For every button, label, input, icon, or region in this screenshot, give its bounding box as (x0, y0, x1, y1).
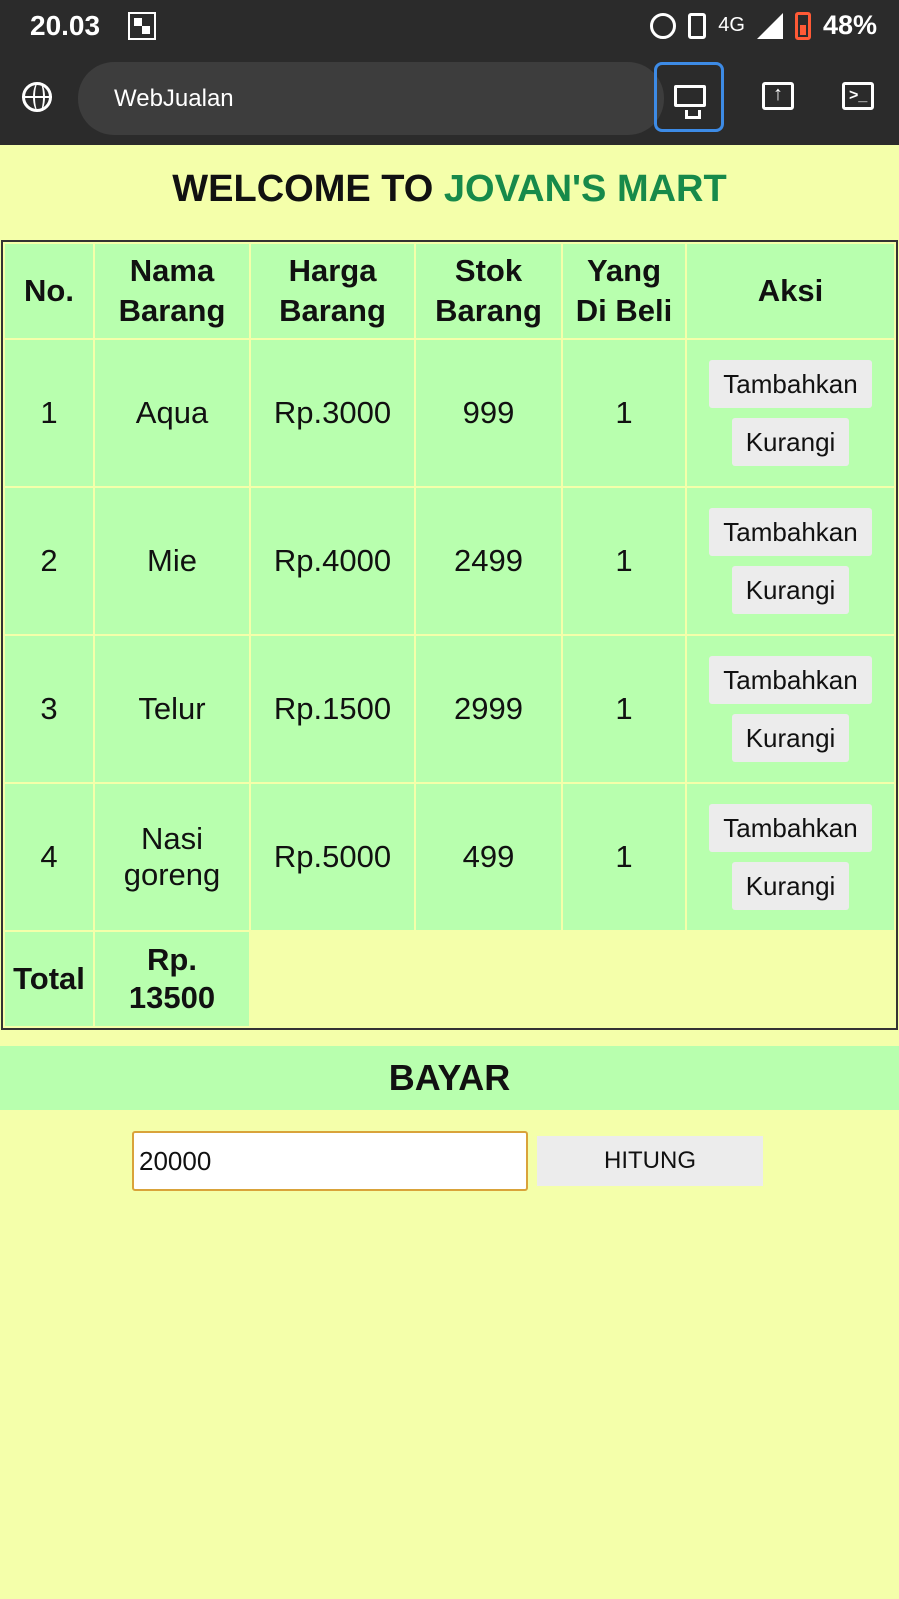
table-row: 2 Mie Rp.4000 2499 1 Tambahkan Kurangi (5, 488, 894, 634)
console-button[interactable]: >_ (824, 62, 894, 132)
cell-stok: 2499 (416, 488, 561, 634)
cell-beli: 1 (563, 784, 685, 930)
notification-icon (128, 12, 156, 40)
tambahkan-button[interactable]: Tambahkan (709, 656, 872, 704)
cell-aksi: Tambahkan Kurangi (687, 340, 894, 486)
cell-nama: Aqua (95, 340, 249, 486)
cell-no: 4 (5, 784, 93, 930)
total-row: Total Rp. 13500 (5, 932, 894, 1026)
table-row: 4 Nasi goreng Rp.5000 499 1 Tambahkan Kur… (5, 784, 894, 930)
console-icon: >_ (842, 82, 874, 110)
address-bar[interactable]: WebJualan (78, 62, 664, 135)
cell-aksi: Tambahkan Kurangi (687, 636, 894, 782)
brand-name: JOVAN'S MART (443, 168, 727, 210)
desktop-mode-button[interactable] (654, 62, 724, 132)
cell-harga: Rp.5000 (251, 784, 414, 930)
cell-aksi: Tambahkan Kurangi (687, 488, 894, 634)
items-table: No. Nama Barang Harga Barang Stok Barang Ya… (1, 240, 898, 1030)
cell-beli: 1 (563, 636, 685, 782)
hitung-button[interactable]: HITUNG (537, 1136, 763, 1186)
total-value: Rp. 13500 (95, 932, 249, 1026)
cell-no: 1 (5, 340, 93, 486)
header-stok-barang: Stok Barang (416, 244, 561, 338)
header-aksi: Aksi (687, 244, 894, 338)
status-icons: 4G 48% (650, 10, 877, 41)
cell-beli: 1 (563, 488, 685, 634)
cell-nama: Telur (95, 636, 249, 782)
cell-stok: 999 (416, 340, 561, 486)
alarm-icon (650, 12, 677, 39)
signal-icon (756, 12, 783, 39)
page-title: WELCOME TO JOVAN'S MART (0, 168, 899, 211)
table-header-row: No. Nama Barang Harga Barang Stok Barang Ya… (5, 244, 894, 338)
cell-harga: Rp.4000 (251, 488, 414, 634)
payment-input[interactable] (132, 1131, 528, 1191)
network-type: 4G (718, 14, 745, 36)
share-icon (762, 82, 794, 110)
header-yang-di-beli: Yang Di Beli (563, 244, 685, 338)
battery-icon (794, 11, 811, 40)
cell-nama: Mie (95, 488, 249, 634)
cell-harga: Rp.3000 (251, 340, 414, 486)
table-row: 1 Aqua Rp.3000 999 1 Tambahkan Kurangi (5, 340, 894, 486)
cell-nama: Nasi goreng (95, 784, 249, 930)
globe-icon[interactable] (22, 82, 52, 112)
browser-toolbar: WebJualan >_ (0, 52, 899, 145)
title-prefix: WELCOME TO (172, 168, 434, 210)
tambahkan-button[interactable]: Tambahkan (709, 508, 872, 556)
vibrate-icon (688, 12, 707, 39)
tambahkan-button[interactable]: Tambahkan (709, 804, 872, 852)
cell-stok: 499 (416, 784, 561, 930)
cell-no: 2 (5, 488, 93, 634)
table-row: 3 Telur Rp.1500 2999 1 Tambahkan Kurangi (5, 636, 894, 782)
total-spacer (251, 932, 894, 1026)
tambahkan-button[interactable]: Tambahkan (709, 360, 872, 408)
desktop-icon (674, 85, 706, 119)
cell-beli: 1 (563, 340, 685, 486)
kurangi-button[interactable]: Kurangi (731, 714, 850, 762)
battery-percent: 48% (822, 10, 877, 40)
kurangi-button[interactable]: Kurangi (731, 862, 850, 910)
header-no: No. (5, 244, 93, 338)
cell-no: 3 (5, 636, 93, 782)
cell-stok: 2999 (416, 636, 561, 782)
cell-aksi: Tambahkan Kurangi (687, 784, 894, 930)
bayar-title: BAYAR (0, 1046, 899, 1110)
status-bar: 20.03 4G 48% (0, 0, 899, 52)
header-nama-barang: Nama Barang (95, 244, 249, 338)
status-time: 20.03 (30, 10, 101, 41)
cell-harga: Rp.1500 (251, 636, 414, 782)
kurangi-button[interactable]: Kurangi (731, 566, 850, 614)
share-button[interactable] (744, 62, 814, 132)
total-label: Total (5, 932, 93, 1026)
header-harga-barang: Harga Barang (251, 244, 414, 338)
kurangi-button[interactable]: Kurangi (731, 418, 850, 466)
